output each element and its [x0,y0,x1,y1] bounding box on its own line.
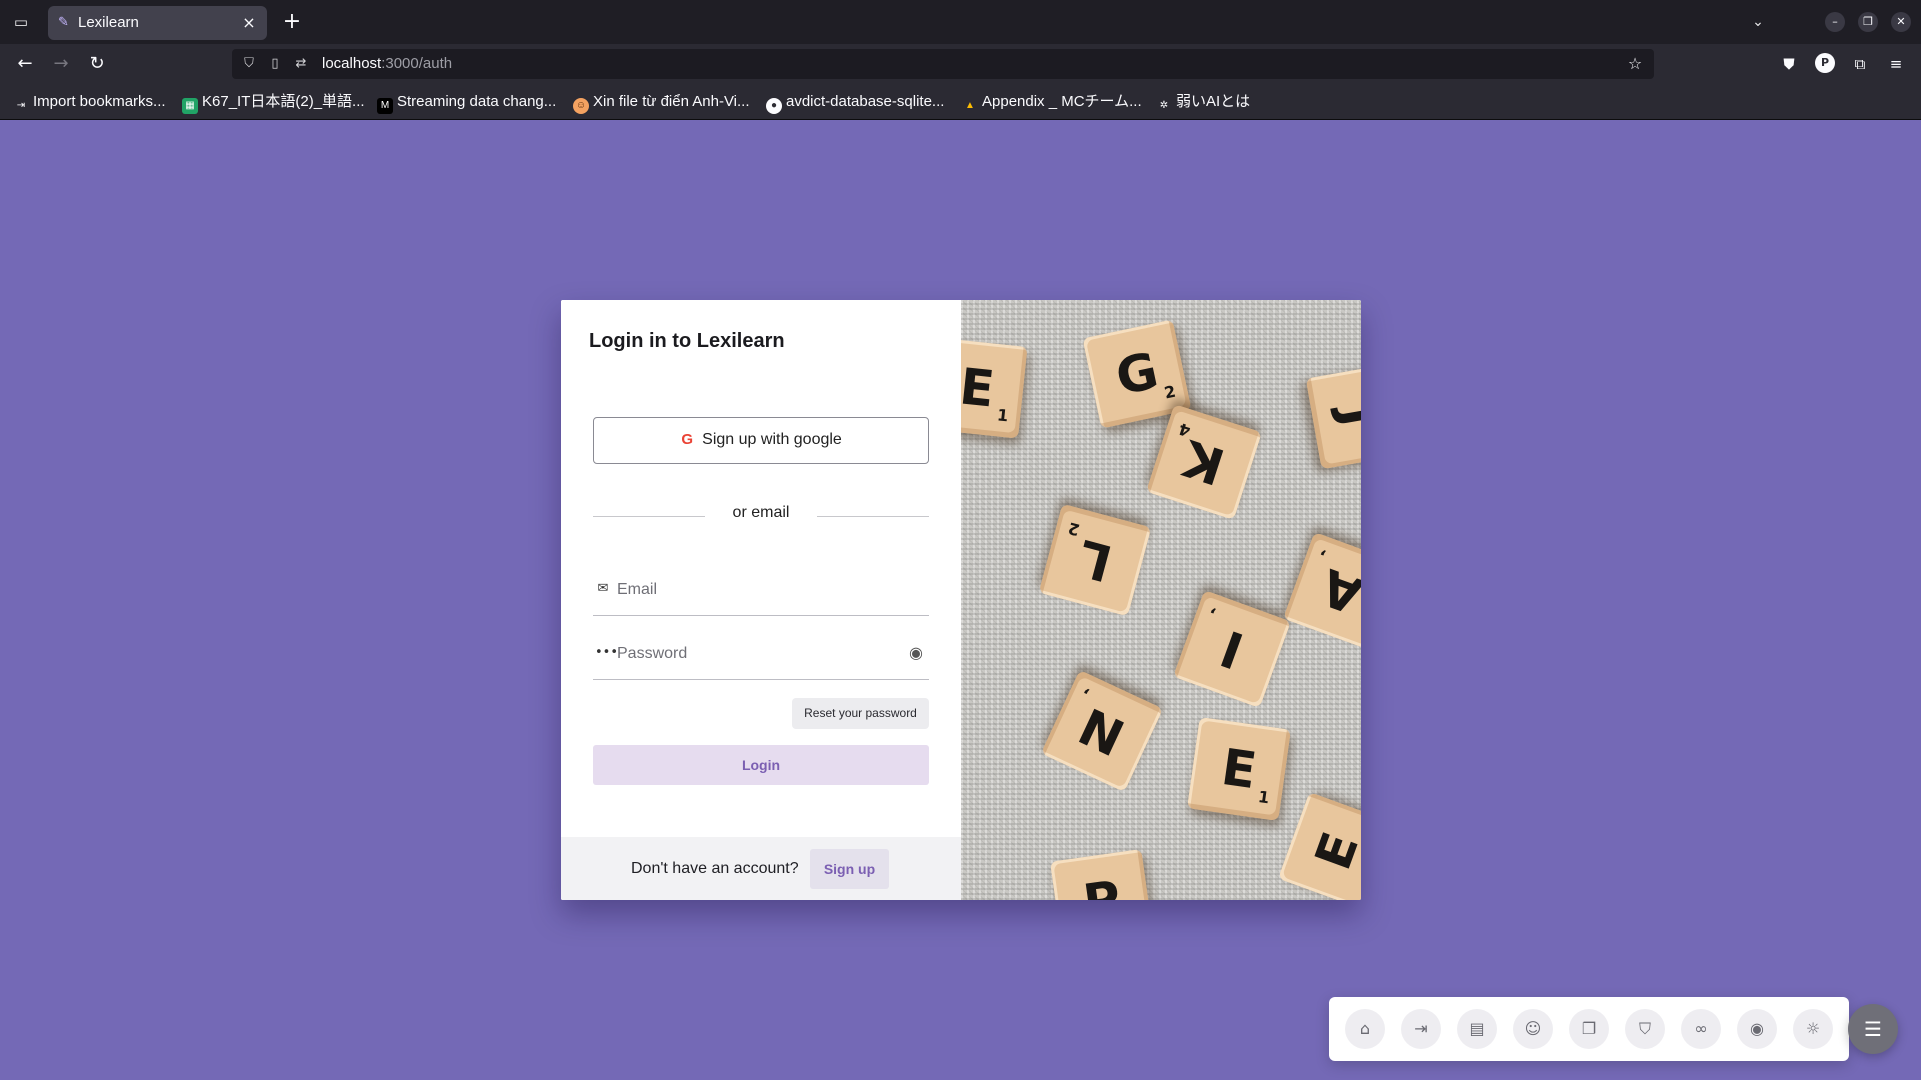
mail-icon: ✉ [597,581,609,596]
bookmark-star-icon[interactable]: ☆ [1626,55,1644,73]
close-tab-icon[interactable]: × [239,13,259,33]
profile-avatar[interactable]: P [1815,53,1835,73]
bookmark-item[interactable]: ▦ K67_IT日本語(2)_単語... [182,84,365,120]
home-icon[interactable]: ⌂ [1345,1009,1385,1049]
avatar-icon: ☺ [573,98,589,114]
reload-icon[interactable]: ↻ [85,52,109,76]
forward-icon[interactable]: → [49,52,73,76]
menu-icon[interactable]: ≡ [1884,52,1908,76]
user-icon[interactable]: ☺ [1513,1009,1553,1049]
password-input[interactable] [617,640,897,668]
back-icon[interactable]: ← [13,52,37,76]
drive-icon: ▲ [965,100,975,111]
page-title: Login in to Lexilearn [589,330,785,352]
navigation-toolbar: ← → ↻ ⛉ ▯ ⇄ localhost:3000/auth ☆ ⛊ P ⧉ … [0,44,1921,84]
auth-card: Login in to Lexilearn G Sign up with goog… [561,300,1361,900]
github-icon: ● [766,98,782,114]
tile: E1 [961,337,1028,439]
github-icon[interactable]: ◉ [1737,1009,1777,1049]
bookmark-item[interactable]: ☺ Xin file từ điển Anh-Vi... [573,84,750,120]
meta-icon[interactable]: ∞ [1681,1009,1721,1049]
openai-icon: ✲ [1159,100,1169,111]
no-account-text: Don't have an account? [631,860,799,877]
browser-tab[interactable]: ✎ Lexilearn × [48,6,267,40]
shield-icon[interactable]: ⛉ [1625,1009,1665,1049]
browser-tab-bar: ▭ ✎ Lexilearn × + ⌄ – ❐ ✕ [0,0,1921,44]
bookmark-item[interactable]: M Streaming data chang... [377,84,556,120]
new-tab-icon[interactable]: + [280,10,304,34]
login-panel: Login in to Lexilearn G Sign up with goog… [561,300,961,900]
login-icon[interactable]: ⇥ [1401,1009,1441,1049]
google-button-label: Sign up with google [702,431,842,448]
lexilearn-favicon-icon: ✎ [58,15,69,30]
url-text[interactable]: localhost:3000/auth [322,49,452,79]
tile: E1 [1187,717,1291,821]
import-icon: ⇥ [16,100,26,111]
google-icon: G [681,431,693,448]
permissions-icon[interactable]: ⇄ [292,55,310,73]
login-button[interactable]: Login [593,745,929,785]
hero-image-scrabble-tiles: E1 G2 K4 L2 I, A, N, E1 E J P [961,300,1361,900]
close-window-icon[interactable]: ✕ [1891,12,1911,32]
show-password-eye-icon[interactable]: ◉ [905,644,927,662]
address-bar[interactable]: ⛉ ▯ ⇄ localhost:3000/auth ☆ [232,49,1654,79]
minimize-icon[interactable]: – [1825,12,1845,32]
page-icon[interactable]: ▯ [266,55,284,73]
signup-footer: Don't have an account? Sign up [561,837,961,900]
document-icon[interactable]: ▤ [1457,1009,1497,1049]
tile: L2 [1038,503,1152,617]
medium-icon: M [377,98,393,114]
tile: P [1050,849,1154,900]
tile: K4 [1146,404,1262,520]
list-all-tabs-icon[interactable]: ⌄ [1747,12,1769,32]
sun-icon[interactable]: ☼ [1793,1009,1833,1049]
shield-icon[interactable]: ⛉ [240,55,258,73]
bookmark-item[interactable]: ▲ Appendix _ MCチーム... [962,84,1142,120]
tile: A, [1283,532,1361,650]
email-input[interactable] [617,576,897,604]
pocket-icon[interactable]: ⛊ [1777,52,1801,76]
signup-button[interactable]: Sign up [810,849,889,889]
divider-label: or email [732,504,790,521]
tile: J [1305,362,1361,470]
tile: E [1278,792,1361,900]
sheets-icon: ▦ [182,98,198,114]
divider-right [817,516,929,517]
extensions-icon[interactable]: ⧉ [1848,52,1872,76]
bookmarks-toolbar: ⇥ Import bookmarks... ▦ K67_IT日本語(2)_単語...… [0,84,1921,120]
tab-title: Lexilearn [78,14,139,31]
tile: N, [1040,669,1164,793]
settings-sliders-icon[interactable]: ☰ [1848,1004,1898,1054]
library-icon[interactable]: ❐ [1569,1009,1609,1049]
password-dots-icon: ••• [595,645,619,660]
password-field: ••• ◉ [593,630,929,680]
tile: I, [1173,590,1291,708]
tab-list-icon[interactable]: ▭ [10,12,32,32]
restore-icon[interactable]: ❐ [1858,12,1878,32]
bookmark-item[interactable]: ⇥ Import bookmarks... [13,84,166,120]
bookmark-item[interactable]: ● avdict-database-sqlite... [766,84,944,120]
divider-left [593,516,705,517]
google-signup-button[interactable]: G Sign up with google [593,417,929,464]
floating-dock: ⌂ ⇥ ▤ ☺ ❐ ⛉ ∞ ◉ ☼ [1329,997,1849,1061]
reset-password-button[interactable]: Reset your password [792,698,929,729]
bookmark-item[interactable]: ✲ 弱いAIとは [1156,84,1250,120]
email-field: ✉ [593,566,929,616]
